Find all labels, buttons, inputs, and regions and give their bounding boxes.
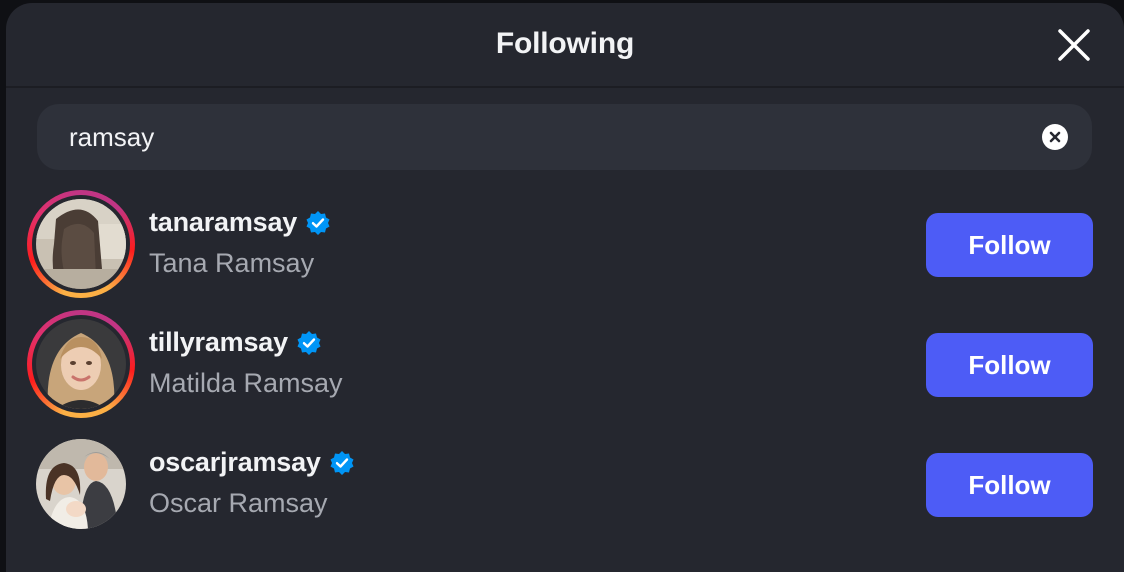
search-input[interactable] xyxy=(69,104,969,170)
user-names: tanaramsay Tana Ramsay xyxy=(149,207,331,279)
search-bar xyxy=(37,104,1092,170)
avatar xyxy=(36,199,126,289)
story-ring[interactable] xyxy=(27,310,135,418)
close-button[interactable] xyxy=(1054,25,1094,65)
full-name: Oscar Ramsay xyxy=(149,488,328,518)
username-link[interactable]: tillyramsay xyxy=(149,327,288,358)
verified-badge-icon xyxy=(297,330,321,355)
follow-button[interactable]: Follow xyxy=(926,333,1093,397)
dialog-header: Following xyxy=(6,3,1124,88)
avatar-container[interactable] xyxy=(27,430,135,538)
verified-badge-icon xyxy=(306,210,330,235)
dialog-title: Following xyxy=(495,27,635,60)
verified-badge-icon xyxy=(330,450,354,475)
list-item: tanaramsay Tana Ramsay Follow xyxy=(6,190,1124,311)
follow-button[interactable]: Follow xyxy=(926,213,1093,277)
clear-icon xyxy=(1049,131,1061,143)
following-dialog: Following ramsay tanaramsay Tana Ramsay … xyxy=(6,3,1124,572)
username-link[interactable]: oscarjramsay xyxy=(149,447,321,478)
full-name: Matilda Ramsay xyxy=(149,368,343,398)
user-names: tillyramsay Matilda Ramsay xyxy=(149,327,343,399)
list-item: tillyramsay Matilda Ramsay Follow xyxy=(6,310,1124,431)
user-names: oscarjramsay Oscar Ramsay xyxy=(149,447,355,519)
story-ring[interactable] xyxy=(27,190,135,298)
clear-search-button[interactable] xyxy=(1042,124,1068,150)
username-link[interactable]: tanaramsay xyxy=(149,207,297,238)
full-name: Tana Ramsay xyxy=(149,248,315,278)
follow-button[interactable]: Follow xyxy=(926,453,1093,517)
avatar xyxy=(36,319,126,409)
close-icon xyxy=(1058,29,1090,61)
list-item: oscarjramsay Oscar Ramsay Follow xyxy=(6,431,1124,551)
avatar xyxy=(36,439,126,529)
